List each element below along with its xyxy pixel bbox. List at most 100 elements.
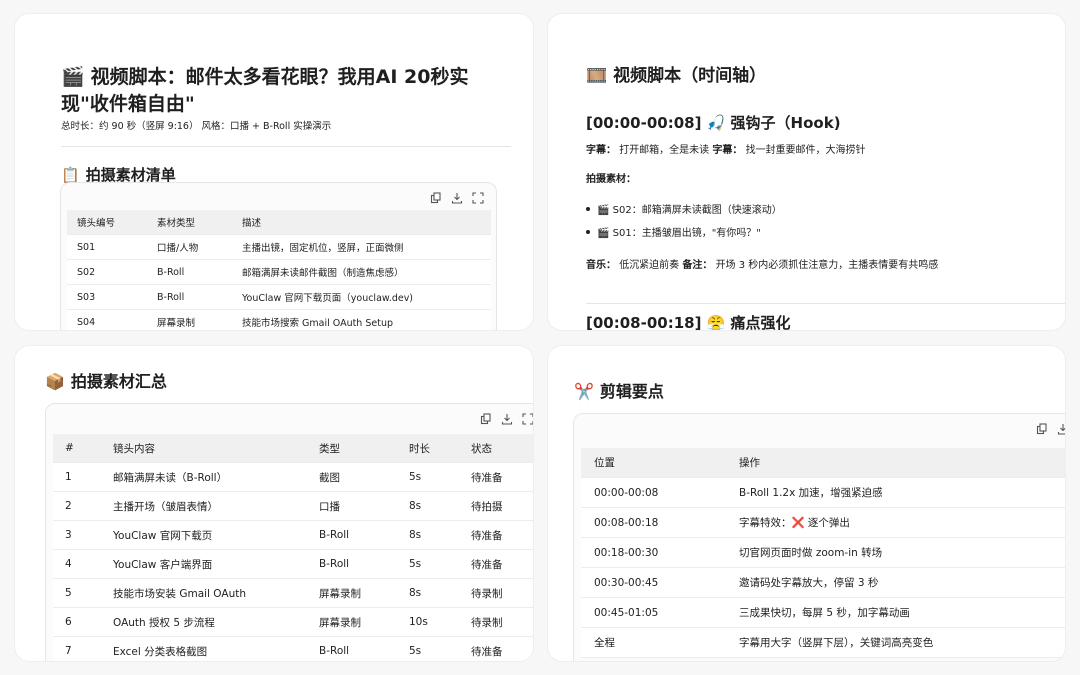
table-cell: Excel 分类表格截图: [101, 636, 307, 661]
list-item: 🎬 S01：主播皱眉出镜，"有你吗？": [586, 224, 761, 239]
table-cell: B-Roll: [147, 259, 232, 285]
film-frames-icon: 🎞️: [586, 66, 608, 86]
table-cell: 屏幕录制: [307, 578, 397, 608]
segment-hook-title: [00:00-00:08] 🎣 强钩子（Hook): [586, 114, 841, 132]
table-cell: B-Roll: [307, 549, 397, 579]
table-cell: 字幕用大字（竖屏下层），关键词高亮变色: [726, 627, 1065, 658]
table-cell: B-Roll 1.2x 加速，增强紧迫感: [726, 477, 1065, 508]
script-title: 🎬 视频脚本：邮件太多看花眼？我用AI 20秒实现"收件箱自由": [61, 66, 469, 115]
download-icon[interactable]: [451, 192, 463, 204]
table-cell: 待准备: [459, 462, 533, 492]
table-cell: 邀请码处字幕放大，停留 3 秒: [726, 567, 1065, 598]
table-cell: 待准备: [459, 636, 533, 661]
table-cell: 5: [53, 578, 101, 608]
table-cell: 屏幕录制: [147, 309, 232, 330]
summary-card: 📦 拍摄素材汇总 # 镜头内容 类型 时长 状态 1 邮箱满屏未读（B-Roll…: [15, 346, 533, 661]
subtitle-line: 字幕： 打开邮箱，全是未读 字幕： 找一封重要邮件，大海捞针: [586, 145, 866, 156]
materials-table-frame: 镜头编号 素材类型 描述 S01 口播/人物 主播出镜，固定机位，竖屏，正面微侧…: [60, 182, 497, 330]
header-cell: 描述: [232, 210, 491, 235]
table-cell: 截图: [307, 462, 397, 492]
copy-icon[interactable]: [480, 413, 492, 425]
segment-pain-title: [00:08-00:18] 😤 痛点强化: [586, 314, 791, 330]
table-cell: 技能市场安装 Gmail OAuth: [101, 578, 307, 608]
materials-table: 镜头编号 素材类型 描述 S01 口播/人物 主播出镜，固定机位，竖屏，正面微侧…: [67, 210, 491, 330]
header-cell: 素材类型: [147, 210, 232, 235]
table-cell: 8s: [397, 520, 459, 550]
table-cell: 00:00-00:08: [581, 477, 726, 508]
table-cell: YouClaw 客户端界面: [101, 549, 307, 579]
expand-icon[interactable]: [472, 192, 484, 204]
table-cell: 8s: [397, 578, 459, 608]
table-cell: S03: [67, 284, 147, 310]
table-cell: 邮箱满屏未读邮件截图（制造焦虑感）: [232, 259, 491, 285]
table-cell: 7: [53, 636, 101, 661]
bullet-dot: [586, 230, 590, 234]
table-cell: 8s: [397, 491, 459, 521]
edit-table: 位置 操作 00:00-00:08 B-Roll 1.2x 加速，增强紧迫感 0…: [581, 448, 1065, 658]
download-icon[interactable]: [501, 413, 513, 425]
table-cell: 口播/人物: [147, 234, 232, 260]
header-cell: 镜头内容: [101, 434, 307, 463]
table-row: 6 OAuth 授权 5 步流程 屏幕录制 10s 待录制: [53, 607, 533, 637]
table-row: 5 技能市场安装 Gmail OAuth 屏幕录制 8s 待录制: [53, 578, 533, 608]
table-cell: 6: [53, 607, 101, 637]
table-row: 00:08-00:18 字幕特效：❌ 逐个弹出: [581, 507, 1065, 538]
table-cell: S04: [67, 309, 147, 330]
edit-table-frame: 位置 操作 00:00-00:08 B-Roll 1.2x 加速，增强紧迫感 0…: [573, 413, 1065, 661]
table-toolbar: [1036, 423, 1065, 435]
copy-icon[interactable]: [1036, 423, 1048, 435]
table-row: 4 YouClaw 客户端界面 B-Roll 5s 待准备: [53, 549, 533, 579]
table-cell: B-Roll: [307, 636, 397, 661]
table-row: 全程 字幕用大字（竖屏下层），关键词高亮变色: [581, 627, 1065, 658]
table-row: 00:00-00:08 B-Roll 1.2x 加速，增强紧迫感: [581, 477, 1065, 508]
table-cell: 待拍摄: [459, 491, 533, 521]
timeline-title: 🎞️ 视频脚本（时间轴）: [586, 66, 767, 86]
table-cell: 5s: [397, 462, 459, 492]
list-item: 🎬 S02：邮箱满屏未读截图（快速滚动）: [586, 201, 782, 216]
copy-icon[interactable]: [430, 192, 442, 204]
table-row: 1 邮箱满屏未读（B-Roll） 截图 5s 待准备: [53, 462, 533, 492]
table-row: S01 口播/人物 主播出镜，固定机位，竖屏，正面微侧: [67, 234, 491, 260]
table-cell: 字幕特效：❌ 逐个弹出: [726, 507, 1065, 538]
table-cell: B-Roll: [307, 520, 397, 550]
table-cell: 4: [53, 549, 101, 579]
header-cell: 位置: [581, 448, 726, 478]
table-header-row: 位置 操作: [581, 448, 1065, 478]
table-cell: 口播: [307, 491, 397, 521]
table-header-row: # 镜头内容 类型 时长 状态: [53, 434, 533, 463]
table-cell: 待准备: [459, 520, 533, 550]
header-cell: #: [53, 434, 101, 463]
table-cell: 切官网页面时做 zoom-in 转场: [726, 537, 1065, 568]
header-cell: 操作: [726, 448, 1065, 478]
table-row: S03 B-Roll YouClaw 官网下载页面（youclaw.dev): [67, 284, 491, 310]
table-cell: YouClaw 官网下载页: [101, 520, 307, 550]
download-icon[interactable]: [1057, 423, 1065, 435]
table-cell: 技能市场搜索 Gmail OAuth Setup: [232, 309, 491, 330]
table-row: S04 屏幕录制 技能市场搜索 Gmail OAuth Setup: [67, 309, 491, 330]
table-cell: 3: [53, 520, 101, 550]
divider: [61, 146, 511, 147]
table-cell: B-Roll: [147, 284, 232, 310]
table-cell: 00:30-00:45: [581, 567, 726, 598]
summary-heading: 📦 拍摄素材汇总: [45, 372, 167, 391]
table-cell: 5s: [397, 549, 459, 579]
table-header-row: 镜头编号 素材类型 描述: [67, 210, 491, 235]
music-note-line: 音乐： 低沉紧迫前奏 备注： 开场 3 秒内必须抓住注意力，主播表情要有共鸣感: [586, 260, 939, 271]
header-cell: 镜头编号: [67, 210, 147, 235]
table-cell: 待准备: [459, 549, 533, 579]
package-icon: 📦: [45, 372, 65, 391]
table-row: 00:30-00:45 邀请码处字幕放大，停留 3 秒: [581, 567, 1065, 598]
table-cell: 1: [53, 462, 101, 492]
edit-card: ✂️ 剪辑要点 位置 操作 00:00-00:08 B-Roll 1.2x 加速，…: [548, 346, 1065, 661]
table-cell: 待录制: [459, 578, 533, 608]
bullet-dot: [586, 207, 590, 211]
table-cell: YouClaw 官网下载页面（youclaw.dev): [232, 284, 491, 310]
table-cell: 00:08-00:18: [581, 507, 726, 538]
table-row: 00:45-01:05 三成果快切，每屏 5 秒，加字幕动画: [581, 597, 1065, 628]
table-toolbar: [430, 192, 484, 204]
table-cell: S02: [67, 259, 147, 285]
expand-icon[interactable]: [522, 413, 533, 425]
table-cell: 00:18-00:30: [581, 537, 726, 568]
table-cell: 10s: [397, 607, 459, 637]
table-cell: 2: [53, 491, 101, 521]
